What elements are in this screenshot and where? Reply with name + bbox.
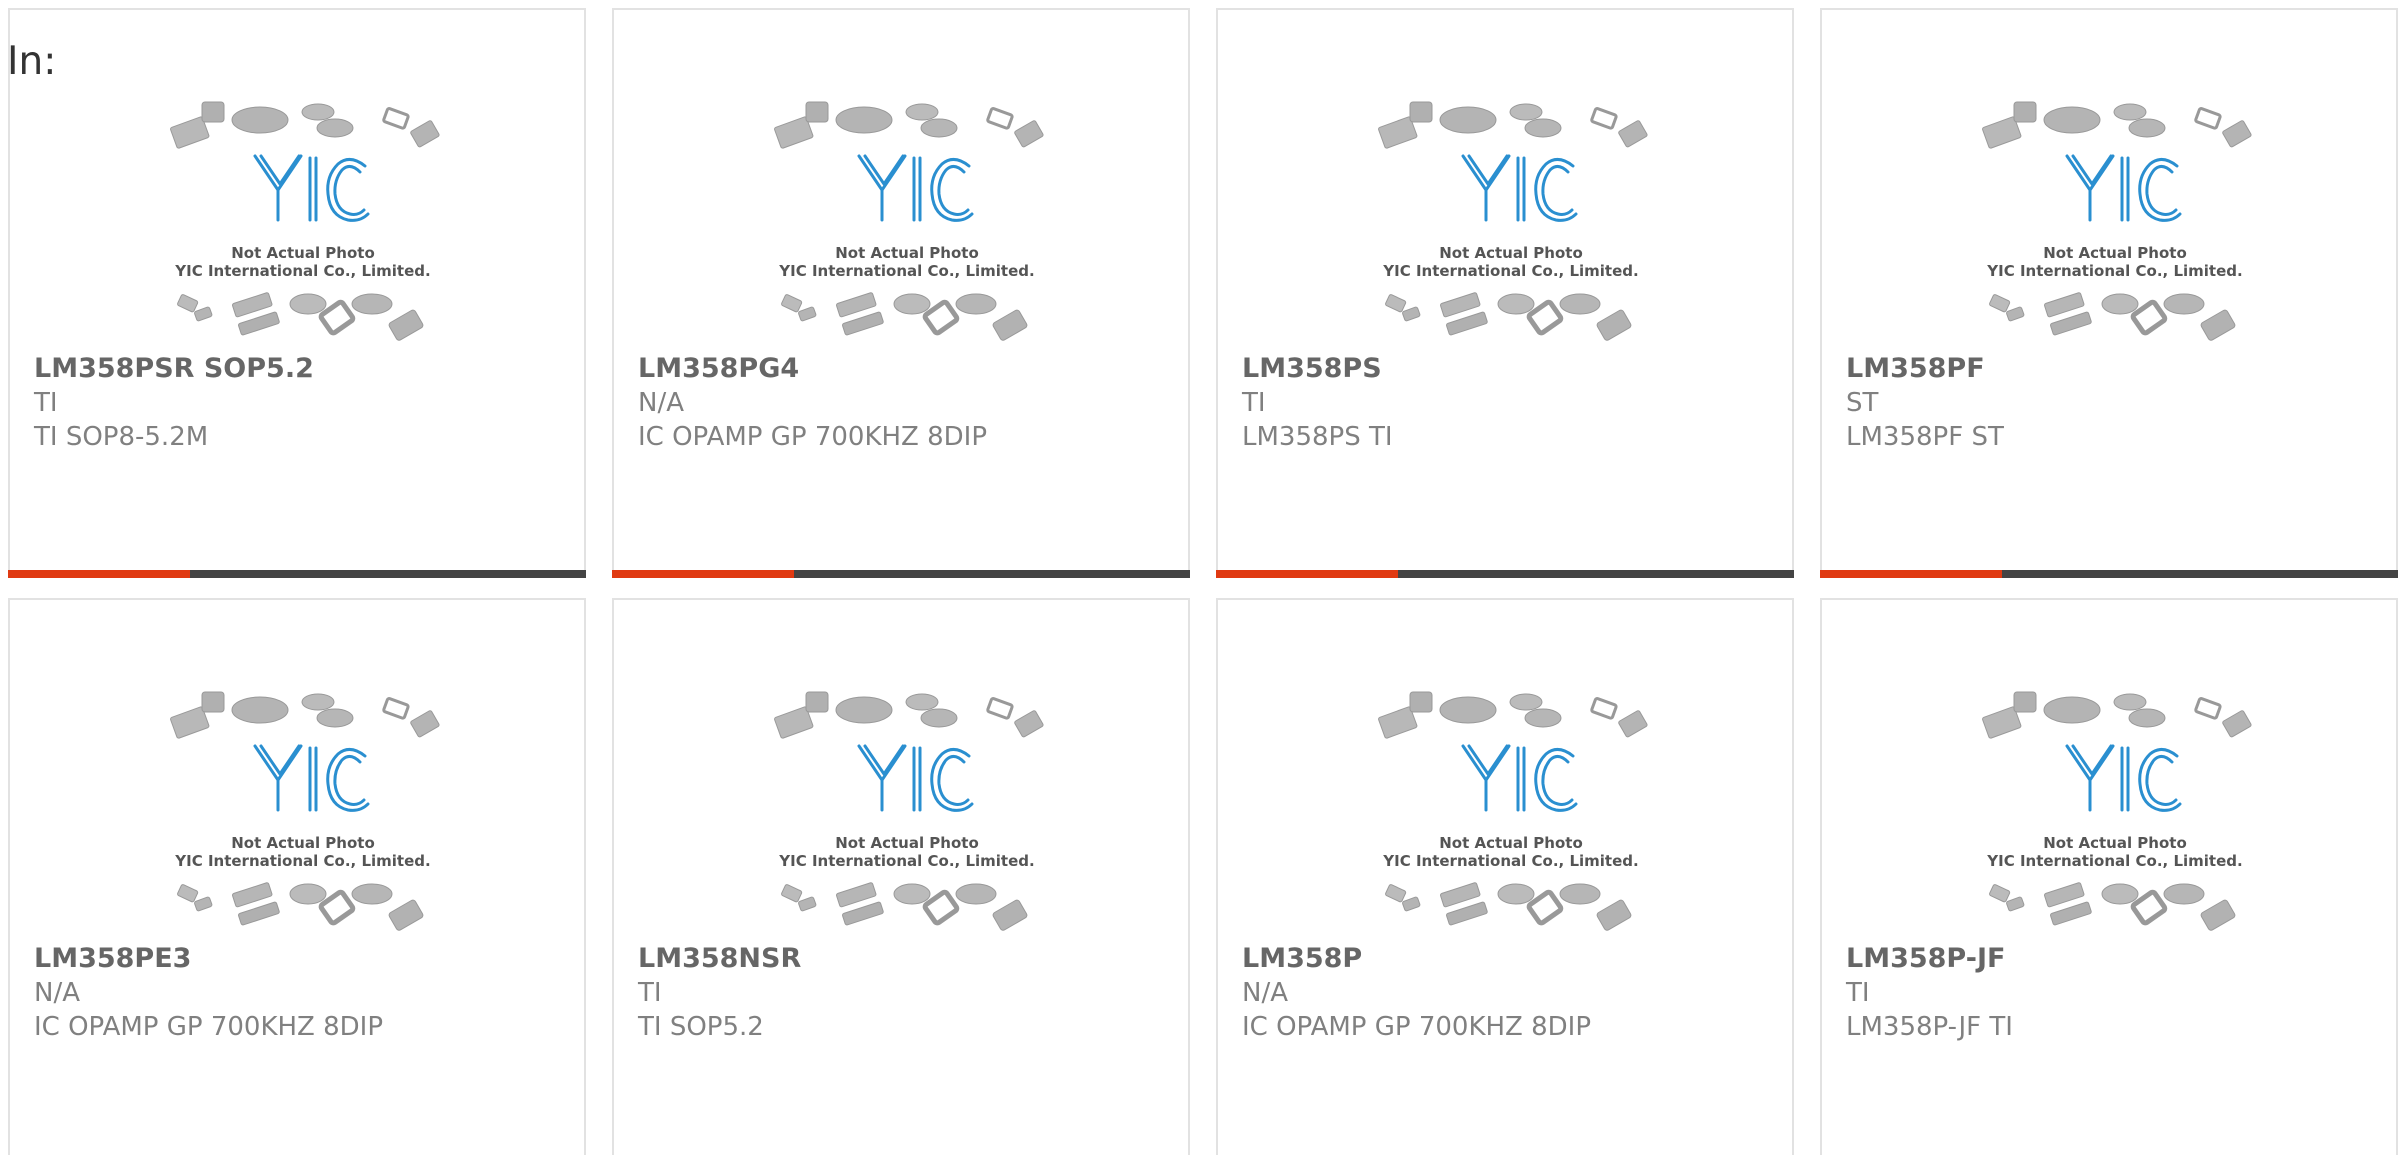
manufacturer: N/A	[34, 978, 80, 1008]
product-description: IC OPAMP GP 700KHZ 8DIP	[34, 1012, 384, 1042]
part-number[interactable]: LM358PE3	[34, 942, 191, 976]
product-image[interactable]: Not Actual Photo YIC International Co., L…	[160, 688, 446, 938]
product-image[interactable]: Not Actual Photo YIC International Co., L…	[1972, 688, 2258, 938]
product-image[interactable]: Not Actual Photo YIC International Co., L…	[160, 98, 446, 348]
svg-text:Not Actual Photo: Not Actual Photo	[1439, 834, 1583, 852]
product-card[interactable]: Not Actual Photo YIC International Co., L…	[8, 8, 586, 578]
svg-text:YIC International Co., Limited: YIC International Co., Limited.	[778, 262, 1034, 280]
card-accent	[8, 570, 190, 578]
part-number[interactable]: LM358P	[1242, 942, 1362, 976]
card-accent	[1820, 570, 2002, 578]
manufacturer: ST	[1846, 388, 1879, 418]
svg-text:YIC International Co., Limited: YIC International Co., Limited.	[1382, 852, 1638, 870]
svg-text:Not Actual Photo: Not Actual Photo	[231, 834, 375, 852]
card-bottom-bar	[1820, 570, 2398, 578]
product-card[interactable]: Not Actual Photo YIC International Co., L…	[8, 598, 586, 1155]
product-card[interactable]: Not Actual Photo YIC International Co., L…	[612, 598, 1190, 1155]
svg-text:Not Actual Photo: Not Actual Photo	[835, 244, 979, 262]
product-description: LM358PS TI	[1242, 422, 1393, 452]
product-grid-page: In: Not Actual Photo YIC International Co…	[0, 0, 2400, 1155]
svg-text:YIC International Co., Limited: YIC International Co., Limited.	[174, 262, 430, 280]
card-bottom-bar	[8, 570, 586, 578]
svg-text:YIC International Co., Limited: YIC International Co., Limited.	[1986, 262, 2242, 280]
part-number[interactable]: LM358P-JF	[1846, 942, 2005, 976]
product-card[interactable]: Not Actual Photo YIC International Co., L…	[612, 8, 1190, 578]
product-card[interactable]: Not Actual Photo YIC International Co., L…	[1216, 8, 1794, 578]
product-description: LM358PF ST	[1846, 422, 2004, 452]
manufacturer: TI	[638, 978, 662, 1008]
product-card[interactable]: Not Actual Photo YIC International Co., L…	[1820, 598, 2398, 1155]
product-image[interactable]: Not Actual Photo YIC International Co., L…	[1972, 98, 2258, 348]
product-image[interactable]: Not Actual Photo YIC International Co., L…	[764, 688, 1050, 938]
product-description: TI SOP5.2	[638, 1012, 764, 1042]
product-image[interactable]: Not Actual Photo YIC International Co., L…	[1368, 688, 1654, 938]
svg-text:Not Actual Photo: Not Actual Photo	[231, 244, 375, 262]
part-number[interactable]: LM358PS	[1242, 352, 1382, 386]
svg-text:YIC International Co., Limited: YIC International Co., Limited.	[174, 852, 430, 870]
svg-text:Not Actual Photo: Not Actual Photo	[2043, 244, 2187, 262]
product-description: TI SOP8-5.2M	[34, 422, 209, 452]
product-image[interactable]: Not Actual Photo YIC International Co., L…	[764, 98, 1050, 348]
part-number[interactable]: LM358PG4	[638, 352, 799, 386]
svg-text:YIC International Co., Limited: YIC International Co., Limited.	[1382, 262, 1638, 280]
part-number[interactable]: LM358PSR SOP5.2	[34, 352, 314, 386]
svg-text:YIC International Co., Limited: YIC International Co., Limited.	[1986, 852, 2242, 870]
manufacturer: TI	[1846, 978, 1870, 1008]
card-bottom-bar	[612, 570, 1190, 578]
svg-text:Not Actual Photo: Not Actual Photo	[2043, 834, 2187, 852]
product-grid: Not Actual Photo YIC International Co., L…	[8, 8, 2400, 1155]
in-label: In:	[7, 39, 57, 84]
card-accent	[612, 570, 794, 578]
product-description: IC OPAMP GP 700KHZ 8DIP	[638, 422, 988, 452]
manufacturer: TI	[34, 388, 58, 418]
svg-text:Not Actual Photo: Not Actual Photo	[1439, 244, 1583, 262]
manufacturer: TI	[1242, 388, 1266, 418]
product-card[interactable]: Not Actual Photo YIC International Co., L…	[1820, 8, 2398, 578]
manufacturer: N/A	[1242, 978, 1288, 1008]
svg-text:Not Actual Photo: Not Actual Photo	[835, 834, 979, 852]
product-description: IC OPAMP GP 700KHZ 8DIP	[1242, 1012, 1592, 1042]
product-description: LM358P-JF TI	[1846, 1012, 2013, 1042]
part-number[interactable]: LM358PF	[1846, 352, 1985, 386]
card-bottom-bar	[1216, 570, 1794, 578]
svg-text:YIC International Co., Limited: YIC International Co., Limited.	[778, 852, 1034, 870]
manufacturer: N/A	[638, 388, 684, 418]
card-accent	[1216, 570, 1398, 578]
part-number[interactable]: LM358NSR	[638, 942, 801, 976]
product-card[interactable]: Not Actual Photo YIC International Co., L…	[1216, 598, 1794, 1155]
product-image[interactable]: Not Actual Photo YIC International Co., L…	[1368, 98, 1654, 348]
